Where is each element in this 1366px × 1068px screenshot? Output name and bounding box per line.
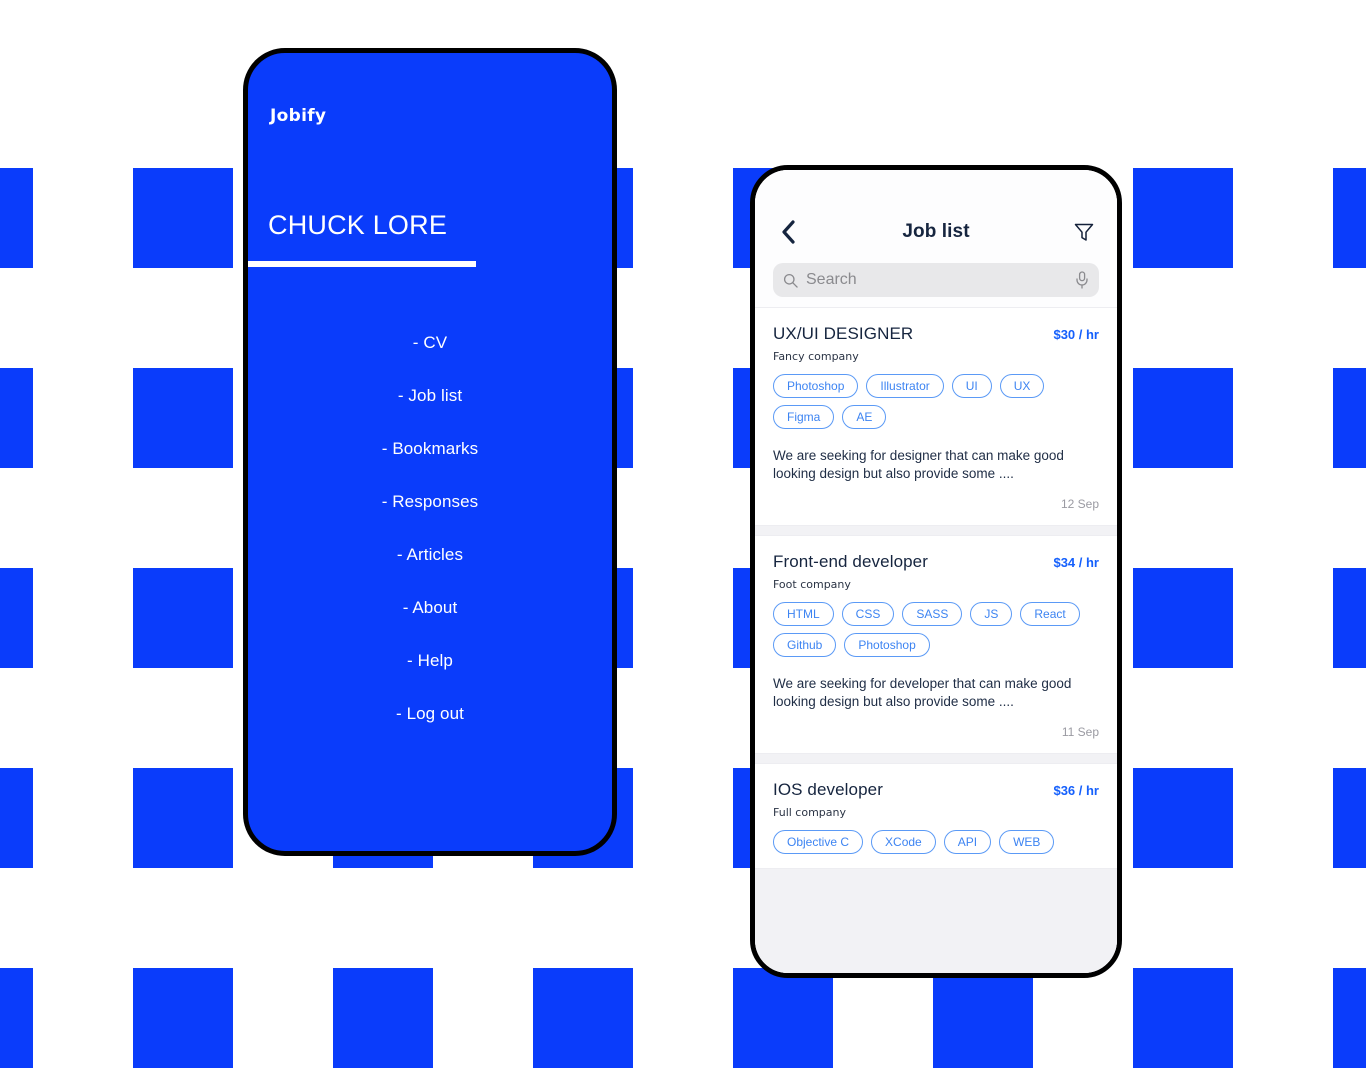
brand-logo: Jobify [270,106,327,126]
menu-item-bookmarks[interactable]: - Bookmarks [248,422,612,475]
search-bar-wrapper [773,263,1099,307]
job-tag[interactable]: UI [951,374,992,398]
menu-item-help[interactable]: - Help [248,634,612,687]
job-tag[interactable]: Photoshop [844,633,930,657]
job-company: Foot company [773,578,851,591]
joblist-phone-frame: Job list Search UX/UI DESIGNER $30 / hr … [750,165,1122,978]
background-square [0,368,33,468]
job-rate: $36 / hr [1053,783,1099,798]
job-tag[interactable]: Figma [773,405,835,429]
joblist-topbar: Job list [755,170,1117,307]
search-input[interactable] [798,271,1075,289]
job-tag[interactable]: WEB [999,830,1055,854]
profile-underline-divider [248,261,476,267]
job-tag[interactable]: API [943,830,992,854]
background-square [1133,168,1233,268]
search-icon [783,273,798,288]
background-square [0,568,33,668]
background-square [1133,368,1233,468]
background-square [1333,568,1366,668]
background-square [133,768,233,868]
background-square [1333,168,1366,268]
menu-item-articles[interactable]: - Articles [248,528,612,581]
menu-item-cv[interactable]: - CV [248,316,612,369]
job-tag[interactable]: XCode [871,830,936,854]
job-company: Fancy company [773,350,859,363]
microphone-icon[interactable] [1075,271,1089,289]
menu-item-log-out[interactable]: - Log out [248,687,612,740]
job-card[interactable]: IOS developer $36 / hr Full company Obje… [755,763,1117,869]
main-menu-nav: - CV - Job list - Bookmarks - Responses … [248,316,612,740]
background-square [133,568,233,668]
job-cards-list[interactable]: UX/UI DESIGNER $30 / hr Fancy company Ph… [755,307,1117,973]
menu-item-responses[interactable]: - Responses [248,475,612,528]
job-tag[interactable]: Github [773,633,837,657]
job-card-header: IOS developer $36 / hr [773,780,1099,800]
job-tag[interactable]: CSS [841,602,895,626]
background-square [1333,368,1366,468]
job-tags: Objective C XCode API WEB [773,830,1099,854]
job-date: 11 Sep [1061,725,1099,739]
background-square [133,368,233,468]
profile-name: CHUCK LORE [268,210,448,240]
job-title: UX/UI DESIGNER [773,324,914,343]
background-square [1133,768,1233,868]
job-company: Full company [773,806,847,819]
job-rate: $34 / hr [1053,555,1099,570]
filter-funnel-icon[interactable] [1069,217,1099,247]
background-square [1133,968,1233,1068]
job-tag[interactable]: Illustrator [866,374,944,398]
background-square [1333,768,1366,868]
job-card[interactable]: Front-end developer $34 / hr Foot compan… [755,535,1117,754]
background-square [133,168,233,268]
job-rate: $30 / hr [1053,327,1099,342]
job-tag[interactable]: SASS [902,602,963,626]
job-tag[interactable]: Photoshop [773,374,859,398]
background-square [933,968,1033,1068]
background-square [133,968,233,1068]
job-tag[interactable]: JS [970,602,1013,626]
background-square [533,968,633,1068]
page-title: Job list [902,221,970,242]
background-square [1333,968,1366,1068]
job-tag[interactable]: UX [999,374,1045,398]
job-title: IOS developer [773,780,883,799]
menu-item-job-list[interactable]: - Job list [248,369,612,422]
job-tags: Photoshop Illustrator UI UX Figma AE [773,374,1099,429]
job-tag[interactable]: HTML [773,602,834,626]
background-square-grid [0,0,1366,1068]
background-square [733,968,833,1068]
job-tag[interactable]: Objective C [773,830,864,854]
job-description: We are seeking for developer that can ma… [773,676,1072,709]
background-square [0,768,33,868]
job-description: We are seeking for designer that can mak… [773,448,1064,481]
background-square [0,168,33,268]
job-card-header: UX/UI DESIGNER $30 / hr [773,324,1099,344]
background-square [0,968,33,1068]
background-square [1133,568,1233,668]
job-title: Front-end developer [773,552,928,571]
job-card[interactable]: UX/UI DESIGNER $30 / hr Fancy company Ph… [755,307,1117,526]
background-square [333,968,433,1068]
menu-screen: Jobify CHUCK LORE - CV - Job list - Book… [248,53,612,851]
menu-item-about[interactable]: - About [248,581,612,634]
menu-phone-frame: Jobify CHUCK LORE - CV - Job list - Book… [243,48,617,856]
joblist-header: Job list [773,215,1099,249]
job-tags: HTML CSS SASS JS React Github Photoshop [773,602,1099,657]
job-card-header: Front-end developer $34 / hr [773,552,1099,572]
job-tag[interactable]: AE [842,405,887,429]
chevron-left-icon[interactable] [773,217,803,247]
job-date: 12 Sep [1060,497,1099,511]
search-bar[interactable] [773,263,1099,297]
job-tag[interactable]: React [1020,602,1080,626]
joblist-screen: Job list Search UX/UI DESIGNER $30 / hr … [755,170,1117,973]
